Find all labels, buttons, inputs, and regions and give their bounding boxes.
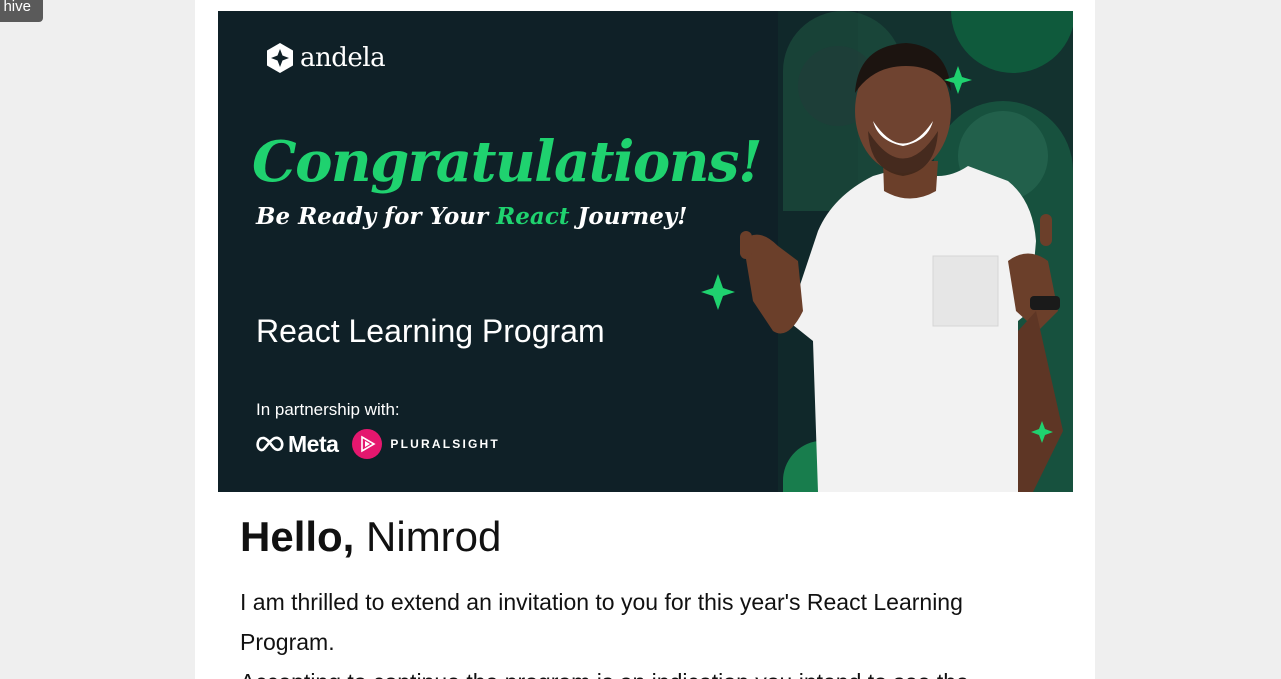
- greeting-hello: Hello,: [240, 513, 355, 560]
- andela-logo-icon: [267, 43, 293, 73]
- tagline-suffix: Journey!: [577, 203, 688, 230]
- email-card: andela Congratulations! Be Ready for You…: [195, 0, 1095, 679]
- email-paragraphs: I am thrilled to extend an invitation to…: [240, 582, 1040, 679]
- pluralsight-logo: PLURALSIGHT: [352, 429, 500, 459]
- andela-logo-text: andela: [300, 43, 386, 73]
- meta-logo: Meta: [256, 430, 339, 458]
- recipient-name: Nimrod: [366, 513, 502, 560]
- banner-tagline: Be Ready for Your React Journey!: [256, 203, 687, 230]
- email-body: Hello, Nimrod I am thrilled to extend an…: [240, 512, 1040, 679]
- congratulations-heading: Congratulations!: [252, 129, 763, 195]
- partner-label: In partnership with:: [256, 400, 400, 419]
- sparkle-icon: [701, 274, 735, 310]
- tagline-highlight: React: [496, 203, 570, 230]
- program-title: React Learning Program: [256, 313, 605, 349]
- promo-banner: andela Congratulations! Be Ready for You…: [218, 11, 1073, 492]
- meta-infinity-icon: [256, 436, 284, 452]
- archive-tab-label: hive: [3, 0, 31, 15]
- pluralsight-logo-text: PLURALSIGHT: [390, 437, 500, 451]
- meta-logo-text: Meta: [288, 430, 339, 457]
- email-paragraph: Accepting to continue the program is an …: [240, 662, 1040, 679]
- greeting: Hello, Nimrod: [240, 512, 1040, 562]
- archive-tab[interactable]: hive: [0, 0, 43, 22]
- tagline-prefix: Be Ready for Your: [256, 203, 489, 230]
- email-paragraph: I am thrilled to extend an invitation to…: [240, 589, 963, 655]
- andela-logo: andela: [266, 43, 386, 73]
- partner-logos: Meta PLURALSIGHT: [256, 429, 500, 459]
- pluralsight-play-icon: [352, 429, 383, 459]
